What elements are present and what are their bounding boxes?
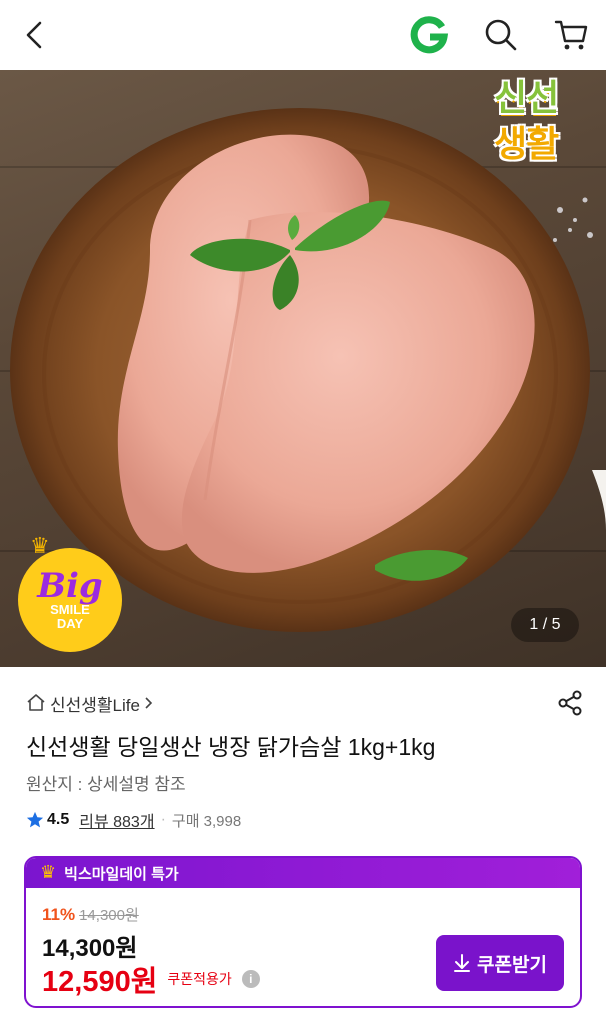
rating-value: 4.5 — [47, 811, 70, 828]
discount-row: 11% 14,300원 — [42, 904, 139, 925]
back-button[interactable] — [12, 12, 58, 58]
store-link[interactable]: 신선생활Life — [26, 690, 154, 716]
cart-button[interactable] — [548, 12, 594, 58]
g-logo-icon — [410, 16, 449, 54]
crown-icon: ♛ — [30, 534, 50, 559]
product-image-carousel[interactable]: 신선 생활 ♛ Big SMILE DAY 1 / 5 — [0, 70, 606, 667]
coupon-price: 12,590원 — [42, 966, 158, 998]
info-icon[interactable]: i — [241, 970, 260, 988]
badge-big-text: Big — [37, 566, 103, 606]
purchase-count: 구매 3,998 — [171, 812, 242, 830]
original-price: 14,300원 — [79, 907, 139, 924]
star-icon — [26, 811, 44, 828]
share-button[interactable] — [553, 686, 587, 720]
promo-title: 빅스마일데이 특가 — [64, 865, 179, 883]
badge-smile-text: SMILE — [50, 602, 90, 617]
chevron-right-icon — [145, 697, 153, 709]
badge-day-text: DAY — [56, 616, 84, 631]
back-arrow-icon — [26, 21, 42, 49]
get-coupon-label: 쿠폰받기 — [477, 954, 547, 976]
review-link[interactable]: 리뷰 883개 — [79, 808, 154, 832]
coupon-applied-label: 쿠폰적용가 — [167, 971, 232, 987]
coupon-price-row: 12,590원 쿠폰적용가 i — [42, 958, 260, 1000]
promo-price-box: ♛ 빅스마일데이 특가 11% 14,300원 14,300원 12,590원 … — [24, 856, 582, 1008]
search-button[interactable] — [478, 12, 524, 58]
cart-icon — [554, 20, 588, 50]
brand-badge-line2: 생활 — [494, 124, 559, 165]
image-counter: 1 / 5 — [511, 608, 579, 642]
big-smile-day-badge: ♛ Big SMILE DAY — [18, 534, 122, 652]
origin-info: 원산지 : 상세설명 참조 — [26, 775, 186, 794]
g-logo-button[interactable] — [406, 12, 452, 58]
salt-sprinkle — [553, 197, 593, 242]
discount-rate: 11% — [42, 905, 76, 924]
promo-header: ♛ 빅스마일데이 특가 — [26, 858, 580, 888]
top-app-bar — [0, 0, 606, 70]
crown-icon: ♛ — [40, 862, 57, 883]
home-icon — [27, 694, 45, 711]
download-icon — [454, 954, 471, 972]
search-icon — [485, 19, 517, 51]
rating-row: 4.5 리뷰 883개 · 구매 3,998 — [26, 808, 241, 832]
store-name: 신선생활Life — [50, 695, 140, 715]
share-icon — [558, 690, 582, 716]
brand-badge: 신선 생활 — [494, 76, 592, 184]
separator-dot: · — [160, 811, 166, 828]
brand-badge-line1: 신선 — [494, 78, 559, 119]
get-coupon-button[interactable]: 쿠폰받기 — [436, 935, 564, 991]
product-title: 신선생활 당일생산 냉장 닭가슴살 1kg+1kg — [26, 734, 436, 760]
